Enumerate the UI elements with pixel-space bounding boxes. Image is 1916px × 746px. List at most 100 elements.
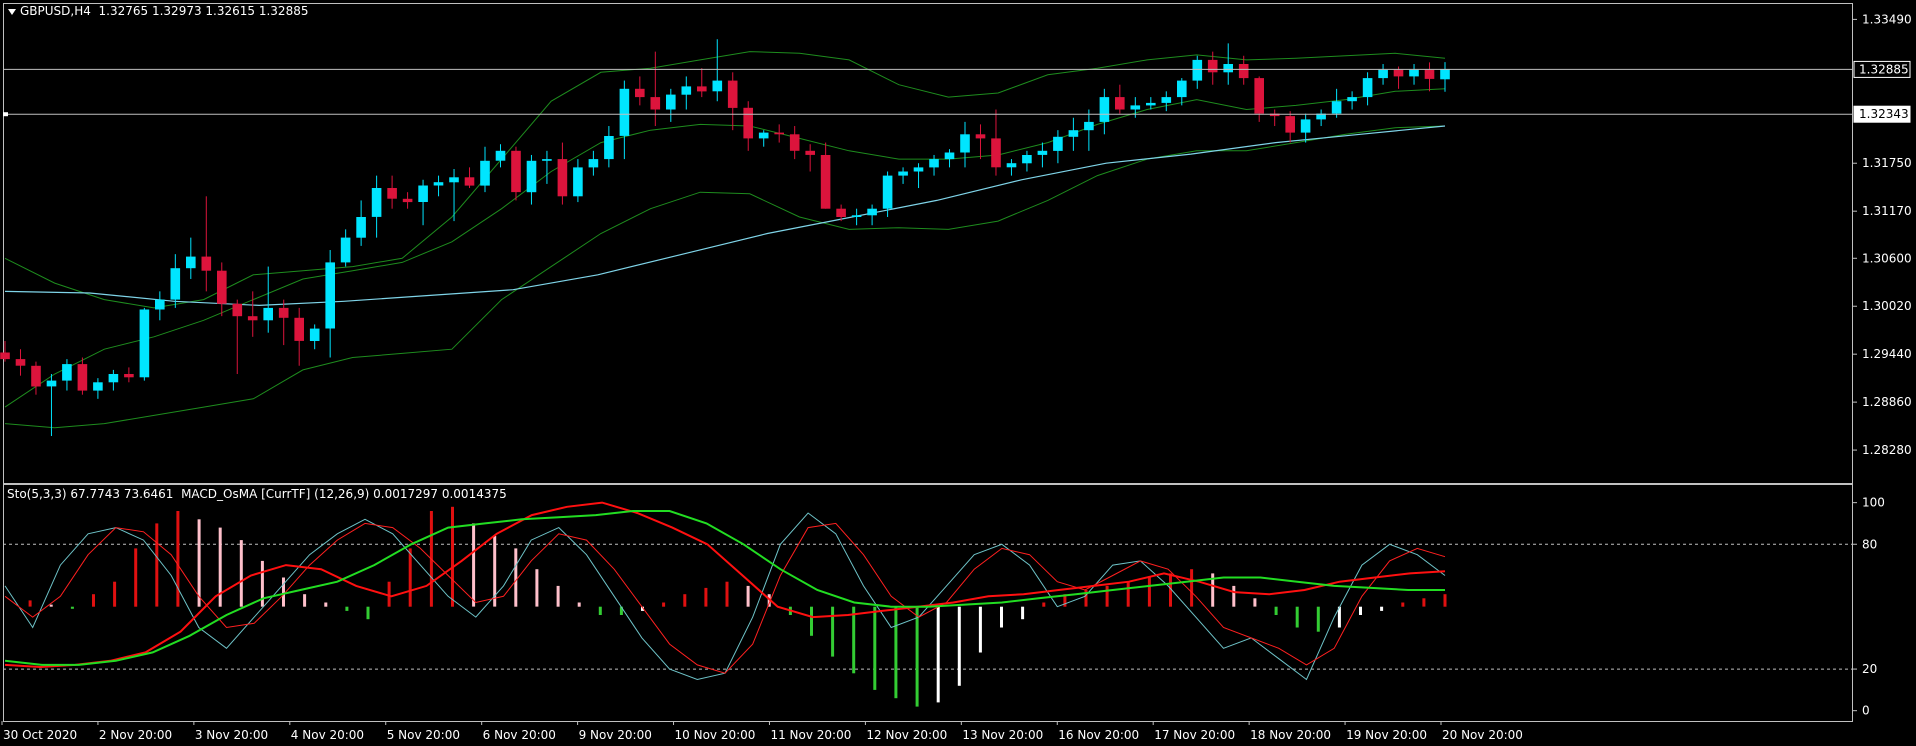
- osma-histogram-bar: [1274, 606, 1278, 615]
- osma-histogram-bar: [1105, 585, 1109, 607]
- candle-body: [139, 309, 150, 378]
- x-axis-tick-label: 17 Nov 20:00: [1154, 728, 1235, 742]
- candle: [867, 204, 877, 226]
- osma-histogram-bar: [1380, 606, 1384, 611]
- candle-body: [217, 270, 227, 304]
- osma-histogram-bar: [577, 602, 581, 607]
- osma-histogram-bar: [514, 548, 518, 607]
- candle: [1022, 150, 1032, 172]
- candle: [758, 130, 769, 147]
- candle: [1254, 76, 1264, 122]
- y-axis-tick-label: 1.33490: [1862, 12, 1912, 26]
- candle-body: [1285, 116, 1295, 133]
- candle: [31, 361, 41, 395]
- candle: [309, 324, 320, 350]
- candle-body: [356, 217, 366, 238]
- candle-body: [387, 188, 397, 199]
- indicator-panel-border: [3, 484, 1853, 722]
- candle: [1006, 159, 1017, 176]
- candle: [232, 299, 243, 375]
- candle-body: [1254, 78, 1264, 114]
- osma-histogram-bar: [197, 519, 201, 607]
- candle: [340, 229, 351, 267]
- candle-body: [1440, 69, 1450, 80]
- candle: [1378, 64, 1388, 85]
- candle: [898, 167, 908, 184]
- candle-body: [1037, 150, 1048, 155]
- candle-body: [1115, 97, 1125, 110]
- candle-body: [309, 328, 320, 341]
- candle: [960, 121, 970, 168]
- candle-body: [263, 307, 273, 321]
- x-axis-tick-label: 6 Nov 20:00: [483, 728, 556, 742]
- candle: [480, 146, 490, 193]
- candle: [402, 192, 413, 209]
- osma-histogram-bar: [1443, 594, 1447, 607]
- bollinger-upper-line: [4, 51, 1446, 309]
- candle-body: [1177, 80, 1187, 98]
- candle-body: [898, 171, 908, 176]
- candle: [0, 340, 10, 362]
- candle-body: [1362, 78, 1373, 98]
- candle-body: [542, 159, 552, 161]
- candle: [93, 378, 103, 399]
- candle: [325, 250, 335, 358]
- candle: [1115, 84, 1125, 114]
- candle: [913, 163, 924, 189]
- candle-body: [1084, 121, 1094, 131]
- osma-histogram-bar: [894, 606, 898, 699]
- candle-body: [77, 364, 88, 391]
- osma-histogram-bar: [1190, 569, 1194, 607]
- candle: [356, 200, 366, 246]
- candle: [217, 262, 227, 317]
- candle: [774, 124, 784, 143]
- candle: [1362, 72, 1373, 106]
- osma-histogram-bar: [282, 577, 285, 607]
- candle-body: [46, 380, 57, 387]
- candle-body: [62, 364, 72, 381]
- candle-body: [619, 88, 630, 136]
- osma-histogram-bar: [28, 600, 32, 607]
- candle-body: [1006, 163, 1017, 168]
- candle: [1037, 142, 1048, 168]
- candle: [1331, 88, 1342, 118]
- price-line-handle[interactable]: [3, 112, 8, 117]
- candle-body: [666, 94, 676, 110]
- candle-body: [588, 159, 599, 168]
- candle: [929, 154, 939, 176]
- candle-body: [851, 215, 862, 217]
- candle-body: [944, 152, 955, 160]
- candle-body: [526, 160, 537, 193]
- candle: [1192, 55, 1203, 89]
- osma-histogram-bar: [704, 587, 708, 607]
- candle: [1285, 111, 1295, 143]
- candle-body: [201, 256, 212, 271]
- y-axis-tick-label: 1.31750: [1862, 156, 1912, 170]
- candle-body: [557, 159, 568, 197]
- price-chart[interactable]: 1.32885 1.32343 1.33490 1.31750 1.31170 1.30…: [0, 0, 1916, 746]
- osma-histogram-bar: [49, 604, 53, 607]
- osma-histogram-bar: [725, 581, 729, 607]
- candle: [77, 357, 88, 395]
- osma-histogram-bar: [1316, 606, 1320, 632]
- candle-body: [186, 256, 196, 269]
- osma-histogram-bar: [1000, 606, 1003, 628]
- osma-histogram-bar: [1021, 606, 1025, 620]
- indicator-y-tick-label: 80: [1862, 537, 1877, 551]
- candle-body: [247, 316, 258, 321]
- osma-histogram-bar: [936, 606, 940, 703]
- x-axis-tick-label: 3 Nov 20:00: [195, 728, 268, 742]
- candle-body: [108, 374, 119, 383]
- candle-body: [371, 188, 382, 217]
- candle-body: [0, 352, 10, 360]
- osma-histogram-bar: [1042, 602, 1046, 607]
- osma-histogram-bar: [113, 581, 117, 607]
- candle-body: [495, 150, 506, 161]
- candle-body: [573, 167, 583, 197]
- candle: [1223, 43, 1233, 85]
- candle-body: [1223, 64, 1233, 73]
- osma-histogram-bar: [451, 506, 454, 607]
- candle: [1300, 113, 1311, 143]
- candle: [650, 51, 661, 127]
- candle: [387, 175, 397, 209]
